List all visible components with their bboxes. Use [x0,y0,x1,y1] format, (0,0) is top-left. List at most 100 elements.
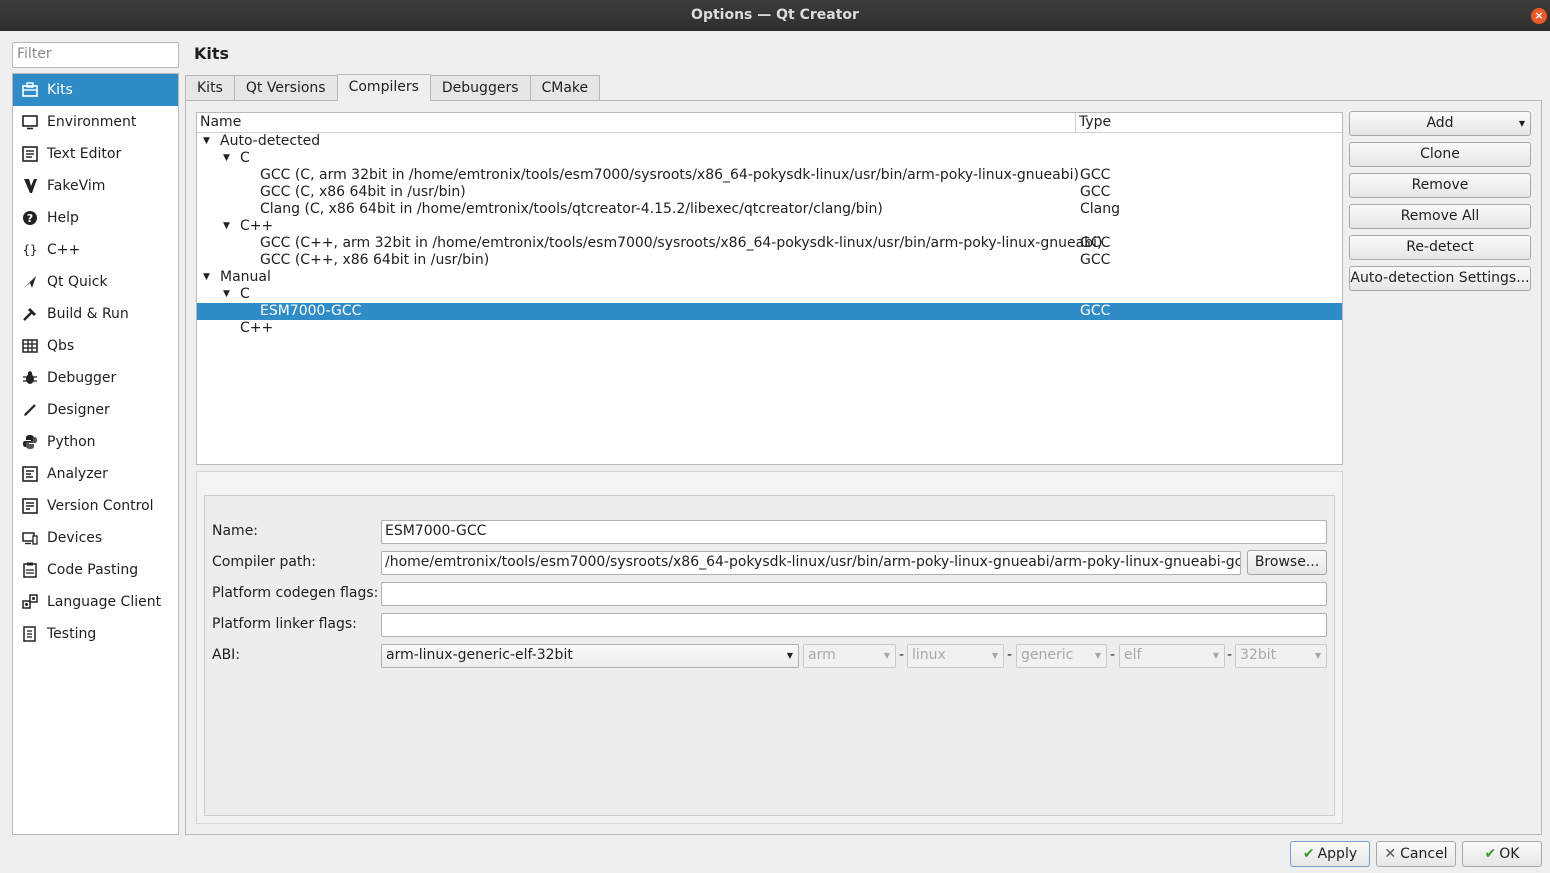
sidebar-item-label: Debugger [47,370,117,386]
sidebar-item-label: Devices [47,530,103,546]
sidebar-item-label: Code Pasting [47,562,139,578]
page-title: Kits [194,44,230,63]
sidebar-item-label: Kits [47,82,73,98]
sidebar-item-label: Language Client [47,594,162,610]
browse-button[interactable]: Browse... [1247,550,1327,575]
close-icon[interactable]: × [1531,8,1547,24]
tree-group-auto-c[interactable]: ▼ C [197,150,1342,167]
tree-group-manual[interactable]: ▼ Manual [197,269,1342,286]
abi-width-select: 32bit ▼ [1235,644,1327,668]
filter-input[interactable]: Filter [12,42,179,68]
sidebar-item-label: Version Control [47,498,154,514]
clone-button[interactable]: Clone [1349,142,1531,167]
apply-button[interactable]: ✔ Apply [1290,841,1370,867]
sidebar-item-version-control[interactable]: Version Control [13,490,178,522]
compilers-tree[interactable]: Name Type ▼ Auto-detected ▼ C GCC (C, ar… [196,112,1343,465]
tree-row-compiler-selected[interactable]: ESM7000-GCC GCC [197,303,1342,320]
column-divider[interactable] [1075,113,1076,133]
expand-arrow-icon[interactable]: ▼ [203,269,210,286]
sidebar-item-build-run[interactable]: Build & Run [13,298,178,330]
sidebar-item-qt-quick[interactable]: Qt Quick [13,266,178,298]
braces-icon: {} [21,241,39,259]
sidebar-item-debugger[interactable]: Debugger [13,362,178,394]
monitor-icon [21,113,39,131]
sidebar-item-analyzer[interactable]: Analyzer [13,458,178,490]
sidebar-item-python[interactable]: Python [13,426,178,458]
sidebar-item-label: Testing [47,626,97,642]
sidebar-item-help[interactable]: ? Help [13,202,178,234]
sidebar-item-label: FakeVim [47,178,106,194]
expand-arrow-icon[interactable]: ▼ [223,218,230,235]
svg-text:{}: {} [23,243,37,257]
sidebar-item-cpp[interactable]: {} C++ [13,234,178,266]
column-header-name[interactable]: Name [200,114,241,130]
remove-all-button[interactable]: Remove All [1349,204,1531,229]
sidebar-item-environment[interactable]: Environment [13,106,178,138]
sidebar-item-code-pasting[interactable]: Code Pasting [13,554,178,586]
sidebar-item-devices[interactable]: Devices [13,522,178,554]
tab-debuggers[interactable]: Debuggers [429,75,531,101]
redetect-button[interactable]: Re-detect [1349,235,1531,260]
abi-separator: - [1007,647,1013,663]
tree-row-compiler[interactable]: GCC (C++, arm 32bit in /home/emtronix/to… [197,235,1342,252]
tree-row-compiler[interactable]: GCC (C, x86 64bit in /usr/bin) GCC [197,184,1342,201]
abi-os-select: linux ▼ [907,644,1004,668]
check-icon: ✔ [1302,846,1315,862]
ok-button[interactable]: ✔ OK [1462,841,1542,867]
expand-arrow-icon[interactable]: ▼ [203,133,210,150]
sidebar-item-label: C++ [47,242,81,258]
remove-button[interactable]: Remove [1349,173,1531,198]
sidebar-item-testing[interactable]: Testing [13,618,178,650]
tree-group-manual-c[interactable]: ▼ C [197,286,1342,303]
options-sidebar: Kits Environment Text Editor FakeVim ? H… [12,73,179,835]
chevron-down-icon: ▼ [1212,651,1219,660]
abi-select[interactable]: arm-linux-generic-elf-32bit ▼ [381,644,799,668]
abi-format-select: elf ▼ [1119,644,1225,668]
chevron-down-icon: ▼ [883,651,890,660]
chevron-down-icon: ▼ [991,651,998,660]
tree-header: Name Type [197,113,1342,133]
chevron-down-icon: ▼ [1314,651,1321,660]
sidebar-item-label: Analyzer [47,466,108,482]
abi-label: ABI: [212,647,241,663]
check-icon: ✔ [1484,846,1497,862]
tree-group-auto-detected[interactable]: ▼ Auto-detected [197,133,1342,150]
cancel-button[interactable]: ✕ Cancel [1376,841,1456,867]
sidebar-item-kits[interactable]: Kits [13,74,178,106]
platform-codegen-flags-label: Platform codegen flags: [212,585,379,601]
sidebar-item-label: Help [47,210,79,226]
tab-qt-versions[interactable]: Qt Versions [233,75,338,101]
sidebar-item-designer[interactable]: Designer [13,394,178,426]
tree-group-auto-cpp[interactable]: ▼ C++ [197,218,1342,235]
text-editor-icon [21,145,39,163]
expand-arrow-icon[interactable]: ▼ [223,150,230,167]
platform-linker-flags-field[interactable] [381,613,1327,637]
name-field[interactable]: ESM7000-GCC [381,520,1327,544]
window-title-bar: Options — Qt Creator × [0,0,1550,31]
svg-text:?: ? [27,212,33,225]
expand-arrow-icon[interactable]: ▼ [223,286,230,303]
fakevim-icon [21,177,39,195]
bug-icon [21,369,39,387]
tab-cmake[interactable]: CMake [529,75,601,101]
hammer-icon [21,305,39,323]
auto-detection-settings-button[interactable]: Auto-detection Settings... [1349,266,1531,291]
devices-icon [21,529,39,547]
compiler-actions: Add ▼ Clone Remove Remove All Re-detect … [1349,111,1531,297]
column-header-type[interactable]: Type [1079,114,1111,130]
compiler-path-field[interactable]: /home/emtronix/tools/esm7000/sysroots/x8… [381,551,1241,575]
platform-codegen-flags-field[interactable] [381,582,1327,606]
tab-compilers[interactable]: Compilers [336,74,431,101]
add-button[interactable]: Add ▼ [1349,111,1531,136]
sidebar-item-label: Python [47,434,96,450]
tab-kits[interactable]: Kits [185,75,235,101]
tree-row-compiler[interactable]: GCC (C, arm 32bit in /home/emtronix/tool… [197,167,1342,184]
tree-row-compiler[interactable]: GCC (C++, x86 64bit in /usr/bin) GCC [197,252,1342,269]
pen-icon [21,401,39,419]
sidebar-item-language-client[interactable]: Language Client [13,586,178,618]
tree-group-manual-cpp[interactable]: C++ [197,320,1342,337]
sidebar-item-qbs[interactable]: Qbs [13,330,178,362]
tree-row-compiler[interactable]: Clang (C, x86 64bit in /home/emtronix/to… [197,201,1342,218]
sidebar-item-text-editor[interactable]: Text Editor [13,138,178,170]
sidebar-item-fakevim[interactable]: FakeVim [13,170,178,202]
